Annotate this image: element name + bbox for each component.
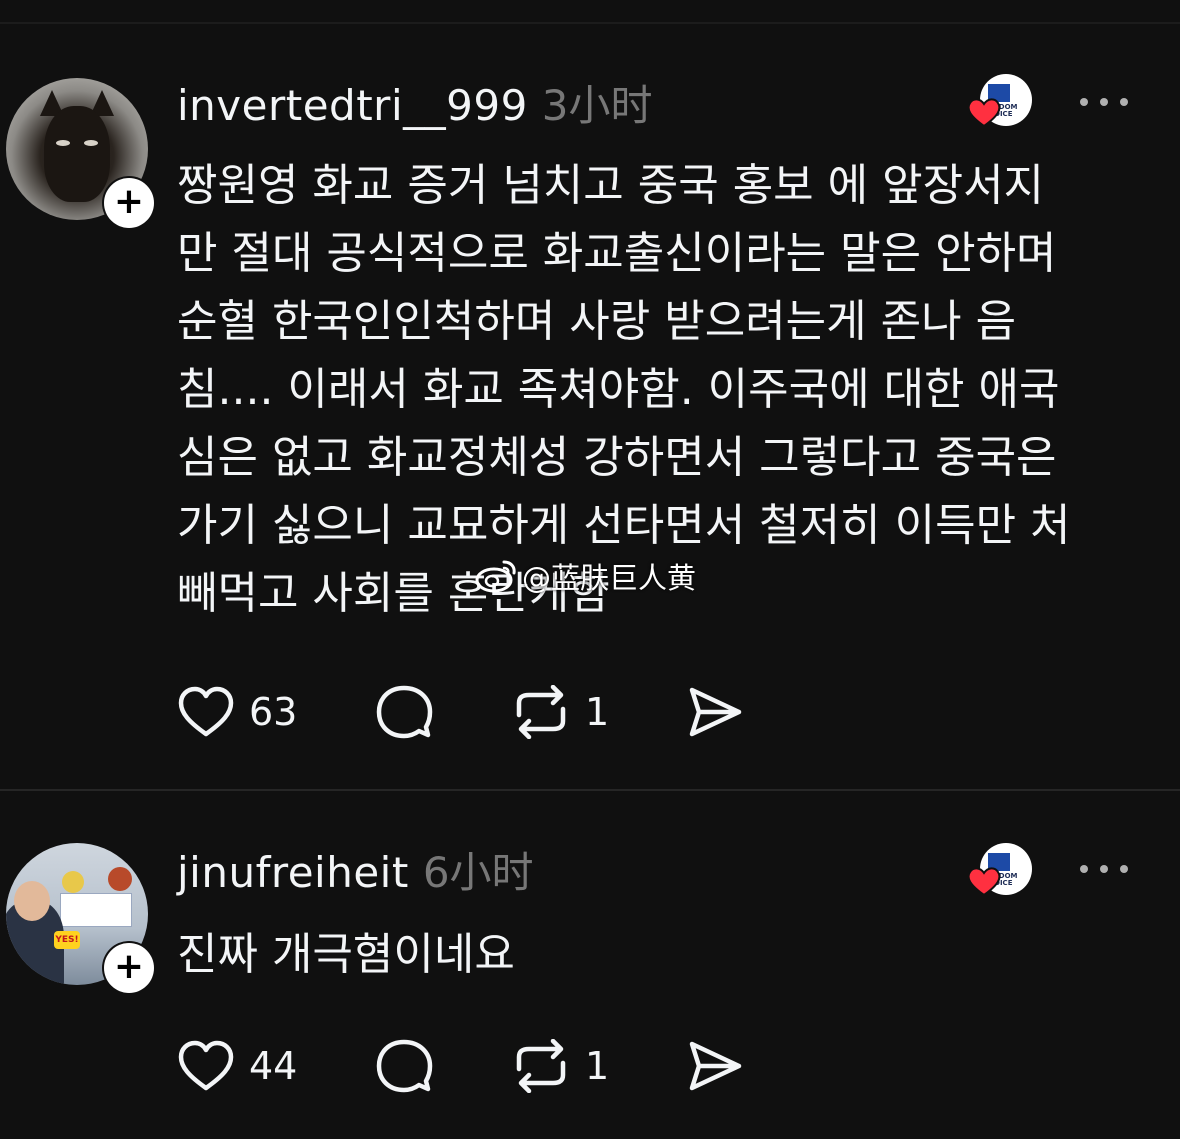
repost-button[interactable]: 1: [511, 1036, 609, 1096]
heart-badge-icon: [967, 867, 1001, 897]
toy-figure: [62, 871, 84, 893]
post-header: jinufreiheit 6小时: [177, 839, 534, 897]
repost-count: 1: [585, 690, 610, 734]
send-icon: [689, 687, 742, 737]
yes-sticker: YES!: [54, 931, 80, 949]
repost-icon: [516, 685, 566, 739]
cat-eye: [56, 140, 70, 146]
like-button[interactable]: 63: [177, 682, 297, 742]
verified-badge[interactable]: EDOM OICE: [967, 843, 1032, 897]
post-body: 진짜 개극혐이네요: [177, 929, 515, 980]
timestamp: 3小时: [541, 81, 653, 130]
follow-button[interactable]: +: [102, 176, 156, 230]
send-icon: [689, 1041, 742, 1091]
action-bar: 63 1: [177, 682, 777, 742]
avatar-container[interactable]: +: [6, 78, 156, 230]
cat-eye: [84, 140, 98, 146]
heart-icon: [178, 1040, 234, 1091]
more-options-icon[interactable]: [1080, 92, 1128, 112]
verified-badge[interactable]: EDOM OICE: [967, 74, 1032, 128]
reply-button[interactable]: [375, 1036, 447, 1096]
comment-icon: [376, 1039, 433, 1093]
weibo-icon: [475, 560, 516, 593]
post-header: invertedtri__999 3小时: [177, 72, 653, 130]
like-count: 63: [249, 690, 298, 734]
timestamp: 6小时: [422, 848, 534, 897]
banner: [60, 893, 132, 927]
reply-button[interactable]: [375, 682, 447, 742]
share-button[interactable]: [687, 1036, 757, 1096]
heart-icon: [178, 686, 234, 737]
share-button[interactable]: [687, 682, 757, 742]
post: + invertedtri__999 3小时 EDOM OICE 짱원영 화교 증…: [0, 24, 1180, 789]
more-options-icon[interactable]: [1080, 859, 1128, 879]
like-button[interactable]: 44: [177, 1036, 297, 1096]
like-count: 44: [249, 1044, 298, 1088]
plus-icon: +: [104, 943, 154, 993]
watermark: @蓝肤巨人黄: [474, 555, 696, 597]
follow-button[interactable]: +: [102, 941, 156, 995]
heart-badge-icon: [967, 98, 1001, 128]
repost-button[interactable]: 1: [511, 682, 609, 742]
action-bar: 44 1: [177, 1036, 777, 1096]
cat-face: [44, 106, 110, 202]
avatar-container[interactable]: YES! +: [6, 843, 156, 995]
watermark-text: @蓝肤巨人黄: [522, 561, 697, 595]
username[interactable]: invertedtri__999: [177, 81, 528, 130]
repost-count: 1: [585, 1044, 610, 1088]
toy-figure: [108, 867, 132, 891]
plus-icon: +: [104, 178, 154, 228]
repost-icon: [516, 1039, 566, 1093]
person-head: [14, 881, 50, 921]
username[interactable]: jinufreiheit: [177, 848, 409, 897]
post: YES! + jinufreiheit 6小时 EDOM OICE 진짜 개극혐이…: [0, 791, 1180, 1139]
comment-icon: [376, 685, 433, 739]
